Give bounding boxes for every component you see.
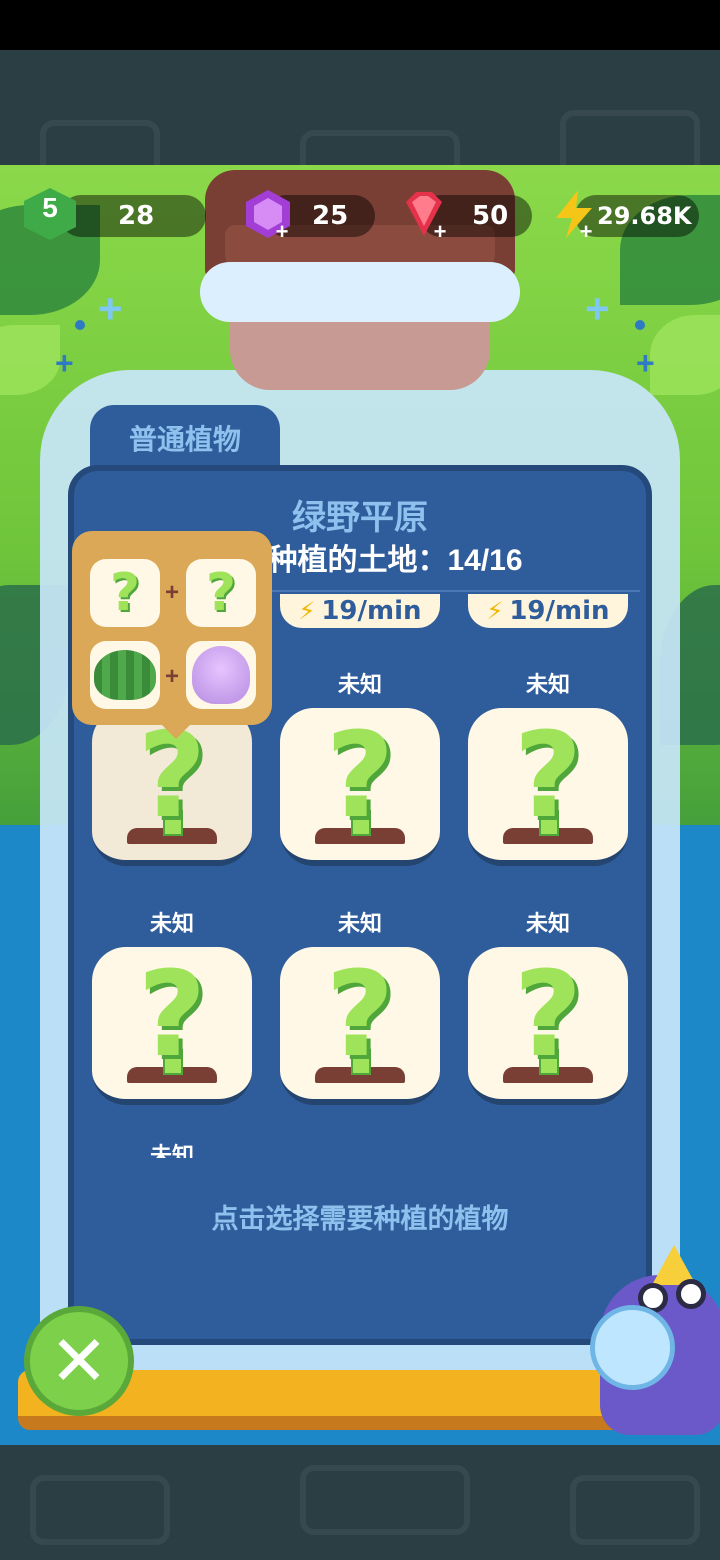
production-rate-badge: ⚡ 19/min bbox=[280, 594, 440, 628]
sparkle-icon: + bbox=[585, 285, 610, 332]
hint-text: 点击选择需要种植的植物 bbox=[211, 1204, 509, 1234]
plant-card[interactable]: ? bbox=[468, 708, 628, 866]
unknown-plant-icon: ? bbox=[315, 716, 405, 844]
level-value: 28 bbox=[118, 201, 155, 231]
plant-name: 未知 bbox=[337, 911, 382, 936]
red-gem-count: 50 bbox=[472, 201, 509, 231]
plant-name: 未知 bbox=[525, 672, 570, 697]
jar-lip bbox=[200, 262, 520, 322]
tab-normal-plants-label: 普通植物 bbox=[128, 424, 241, 455]
plus-sign: + bbox=[165, 663, 180, 690]
sparkle-dot bbox=[635, 320, 645, 330]
energy-count: 29.68K bbox=[597, 202, 692, 230]
add-energy-icon[interactable]: + bbox=[576, 221, 596, 243]
status-bar bbox=[0, 0, 720, 50]
unknown-plant-icon: ? bbox=[503, 716, 593, 844]
unknown-plant-icon: ? bbox=[503, 955, 593, 1083]
unknown-plant-icon: ? bbox=[109, 563, 141, 623]
unknown-plant-icon: ? bbox=[127, 716, 217, 844]
production-rate: 19/min bbox=[509, 596, 610, 626]
add-red-gem-icon[interactable]: + bbox=[430, 221, 450, 243]
purple-puff-plant-icon bbox=[192, 646, 250, 704]
plant-name-partial: 未知 bbox=[149, 1143, 194, 1158]
add-purple-gem-icon[interactable]: + bbox=[272, 221, 292, 243]
purple-gem-count: 25 bbox=[312, 201, 349, 231]
striped-bush-plant-icon bbox=[94, 650, 156, 700]
recipe-ingredient: ? bbox=[90, 559, 160, 627]
recipe-tooltip: ? + ? + bbox=[72, 531, 272, 739]
close-icon: ✕ bbox=[49, 1322, 109, 1400]
unknown-plant-icon: ? bbox=[127, 955, 217, 1083]
unknown-plant-icon: ? bbox=[205, 563, 237, 623]
sparkle-icon: + bbox=[636, 345, 655, 381]
plant-card[interactable]: ? bbox=[280, 708, 440, 866]
plus-sign: + bbox=[165, 579, 180, 606]
plant-name: 未知 bbox=[337, 672, 382, 697]
recipe-ingredient bbox=[90, 641, 160, 709]
plant-card[interactable]: ? bbox=[468, 947, 628, 1105]
bottom-decor-band bbox=[0, 1445, 720, 1560]
level-number: 5 bbox=[42, 192, 58, 223]
sparkle-dot bbox=[75, 320, 85, 330]
sprout-bowl-icon bbox=[590, 1305, 675, 1390]
plant-name: 未知 bbox=[149, 911, 194, 936]
sparkle-icon: + bbox=[55, 345, 74, 381]
close-button[interactable]: ✕ bbox=[24, 1306, 134, 1416]
plant-name: 未知 bbox=[525, 911, 570, 936]
lightning-icon: ⚡ bbox=[298, 597, 316, 625]
recipe-ingredient bbox=[186, 641, 256, 709]
plant-card[interactable]: ? bbox=[92, 947, 252, 1105]
lightning-icon: ⚡ bbox=[486, 597, 504, 625]
jar-neck bbox=[230, 310, 490, 390]
plant-card[interactable]: ? bbox=[280, 947, 440, 1105]
sparkle-icon: + bbox=[98, 285, 123, 332]
production-rate: 19/min bbox=[321, 596, 422, 626]
top-decor-band bbox=[0, 50, 720, 165]
mascot-character bbox=[590, 1245, 720, 1435]
recipe-ingredient: ? bbox=[186, 559, 256, 627]
production-rate-badge: ⚡ 19/min bbox=[468, 594, 628, 628]
unknown-plant-icon: ? bbox=[315, 955, 405, 1083]
